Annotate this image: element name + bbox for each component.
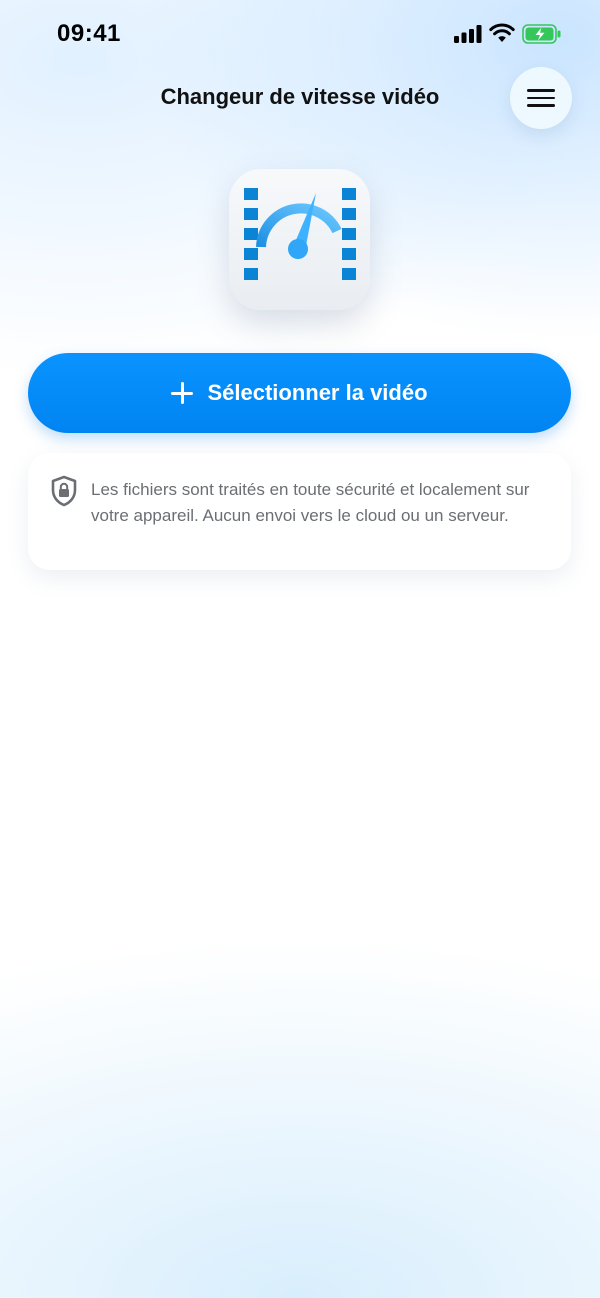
signal-icon	[454, 25, 482, 43]
hamburger-menu-icon	[527, 89, 555, 107]
privacy-info-card: Les fichiers sont traités en toute sécur…	[28, 453, 571, 570]
shield-lock-icon	[51, 475, 77, 507]
app-logo	[229, 169, 370, 310]
status-time: 09:41	[57, 20, 121, 47]
plus-icon	[171, 382, 194, 404]
battery-icon	[522, 24, 561, 44]
menu-button[interactable]	[510, 67, 572, 129]
status-bar: 09:41	[0, 0, 600, 70]
select-video-button[interactable]: Sélectionner la vidéo	[28, 353, 571, 433]
video-speedometer-icon	[244, 188, 356, 280]
wifi-icon	[489, 23, 515, 42]
privacy-info-text: Les fichiers sont traités en toute sécur…	[91, 480, 530, 525]
select-video-label: Sélectionner la vidéo	[207, 380, 428, 405]
